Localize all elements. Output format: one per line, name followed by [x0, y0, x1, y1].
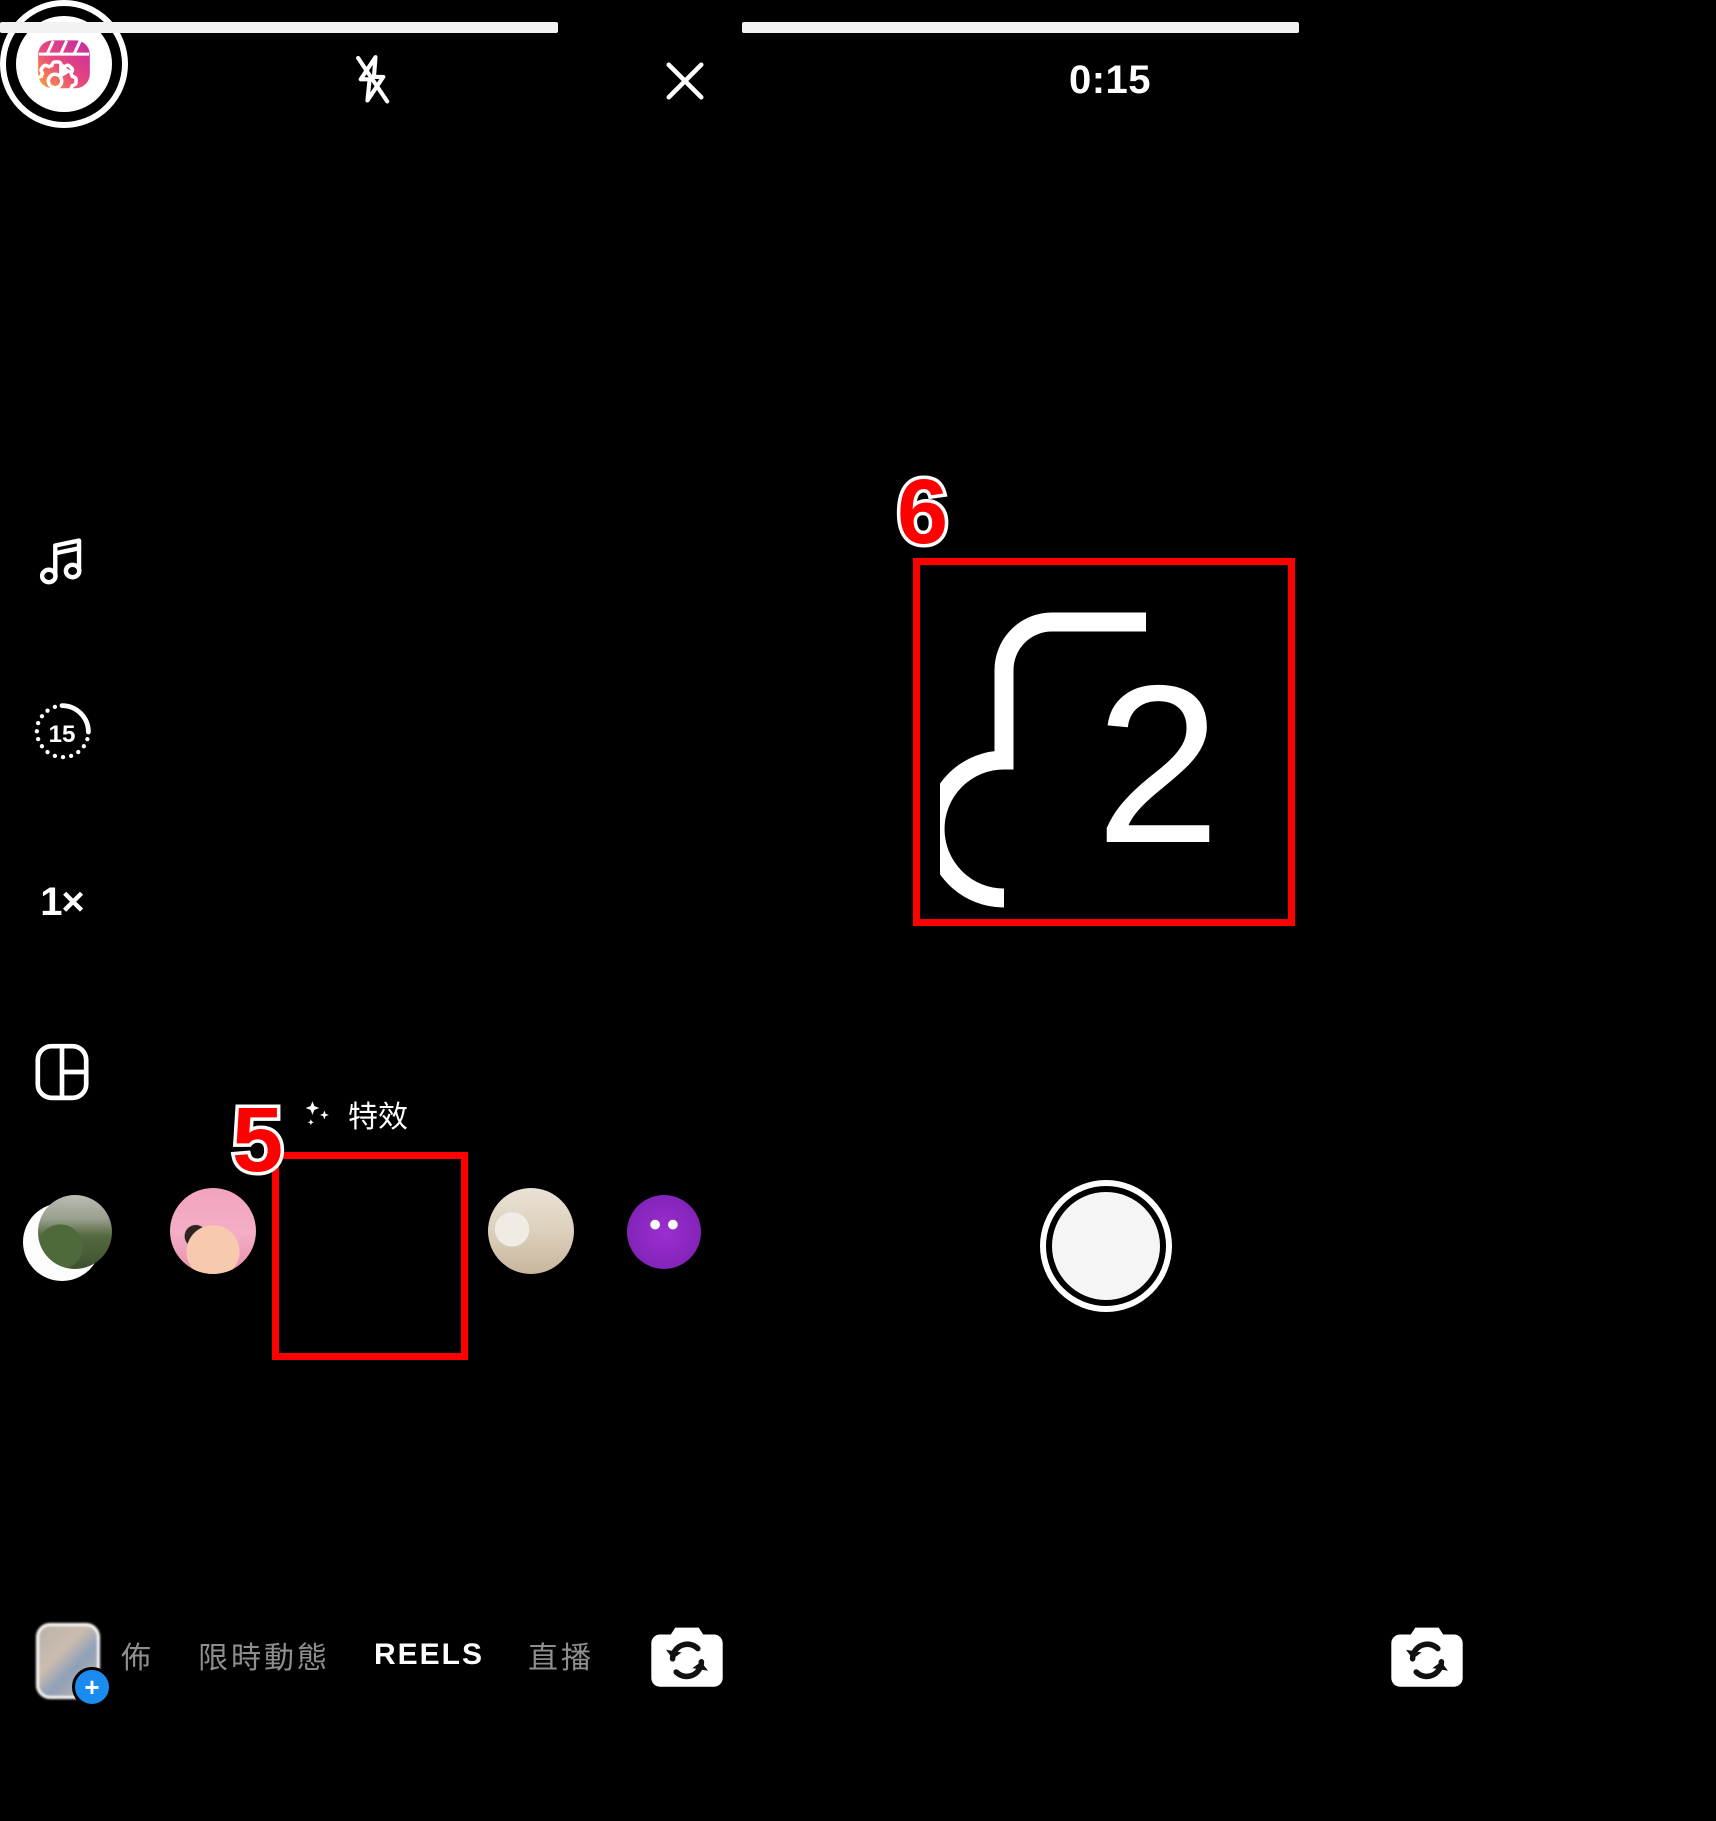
- bottom-nav-bar: + 佈 限時動態 REELS 直播: [0, 1615, 740, 1735]
- effect-thumb-landscape-art: [38, 1195, 112, 1269]
- gear-icon: [35, 60, 78, 103]
- mode-tabs: 佈 限時動態 REELS 直播: [118, 1633, 594, 1677]
- record-shutter-inner: [1052, 1192, 1160, 1300]
- music-note-icon: [39, 538, 82, 585]
- duration-value: 15: [49, 721, 76, 748]
- tab-story[interactable]: 限時動態: [198, 1633, 330, 1677]
- layout-button[interactable]: [20, 1030, 104, 1114]
- close-camera-button[interactable]: [648, 44, 722, 118]
- tab-reels[interactable]: REELS: [374, 1638, 484, 1672]
- camera-flip-button-left[interactable]: [648, 1620, 726, 1699]
- effect-thumb-landscape[interactable]: [38, 1195, 112, 1269]
- camera-flip-icon: [651, 1627, 723, 1687]
- annotation-number-6: 6: [893, 461, 951, 563]
- audio-music-button[interactable]: [20, 520, 104, 604]
- close-icon: [666, 62, 704, 100]
- effects-label-group[interactable]: 特效: [300, 1092, 408, 1136]
- effect-thumb-purple-art: [627, 1195, 701, 1269]
- effects-label-text: 特效: [348, 1101, 408, 1134]
- camera-tools-rail: 15 1×: [20, 520, 104, 1284]
- effect-thumb-purple-avatar[interactable]: [627, 1195, 701, 1269]
- flash-toggle-button[interactable]: [335, 44, 409, 118]
- recording-timer: 0:15: [1068, 58, 1152, 102]
- speed-label: 1×: [40, 879, 85, 924]
- layout-grid-icon: [35, 1043, 89, 1101]
- duration-button[interactable]: 15: [20, 690, 104, 774]
- left-screenshot-panel: 15 1× 特效 + 佈 限時動態 REELS 直播: [0, 0, 740, 1821]
- annotation-number-5: 5: [228, 1089, 286, 1191]
- tab-live[interactable]: 直播: [528, 1633, 594, 1677]
- recording-progress-fill-left: [0, 22, 558, 33]
- countdown-display: 2: [925, 570, 1295, 920]
- duration-15-icon: 15: [34, 703, 91, 760]
- countdown-graphic: 2: [940, 612, 1221, 908]
- effect-thumb-room[interactable]: [488, 1188, 574, 1274]
- speed-button[interactable]: 1×: [20, 860, 104, 944]
- recording-progress-fill-right: [742, 22, 1299, 33]
- effect-thumb-room-art: [488, 1188, 574, 1274]
- recording-progress-track-right: [742, 22, 1299, 33]
- camera-flip-button-right[interactable]: [1388, 1620, 1466, 1699]
- effect-thumb-anime-art: [170, 1188, 256, 1274]
- countdown-number: 2: [1095, 638, 1220, 890]
- avatar-add-badge[interactable]: +: [72, 1667, 112, 1707]
- flash-off-icon: [356, 55, 390, 104]
- sparkles-icon: [305, 1101, 329, 1126]
- record-shutter-button[interactable]: [1040, 1180, 1172, 1312]
- user-avatar-button[interactable]: +: [36, 1623, 112, 1707]
- camera-flip-icon: [1391, 1627, 1463, 1687]
- effect-thumb-anime[interactable]: [170, 1188, 256, 1274]
- recording-progress-track-left: [0, 22, 558, 33]
- tab-post[interactable]: 佈: [118, 1633, 154, 1677]
- reels-camera-screenshot: 15 1× 特效 + 佈 限時動態 REELS 直播 0:15 2 5 6: [0, 0, 1716, 1821]
- settings-gear-button[interactable]: [18, 44, 92, 118]
